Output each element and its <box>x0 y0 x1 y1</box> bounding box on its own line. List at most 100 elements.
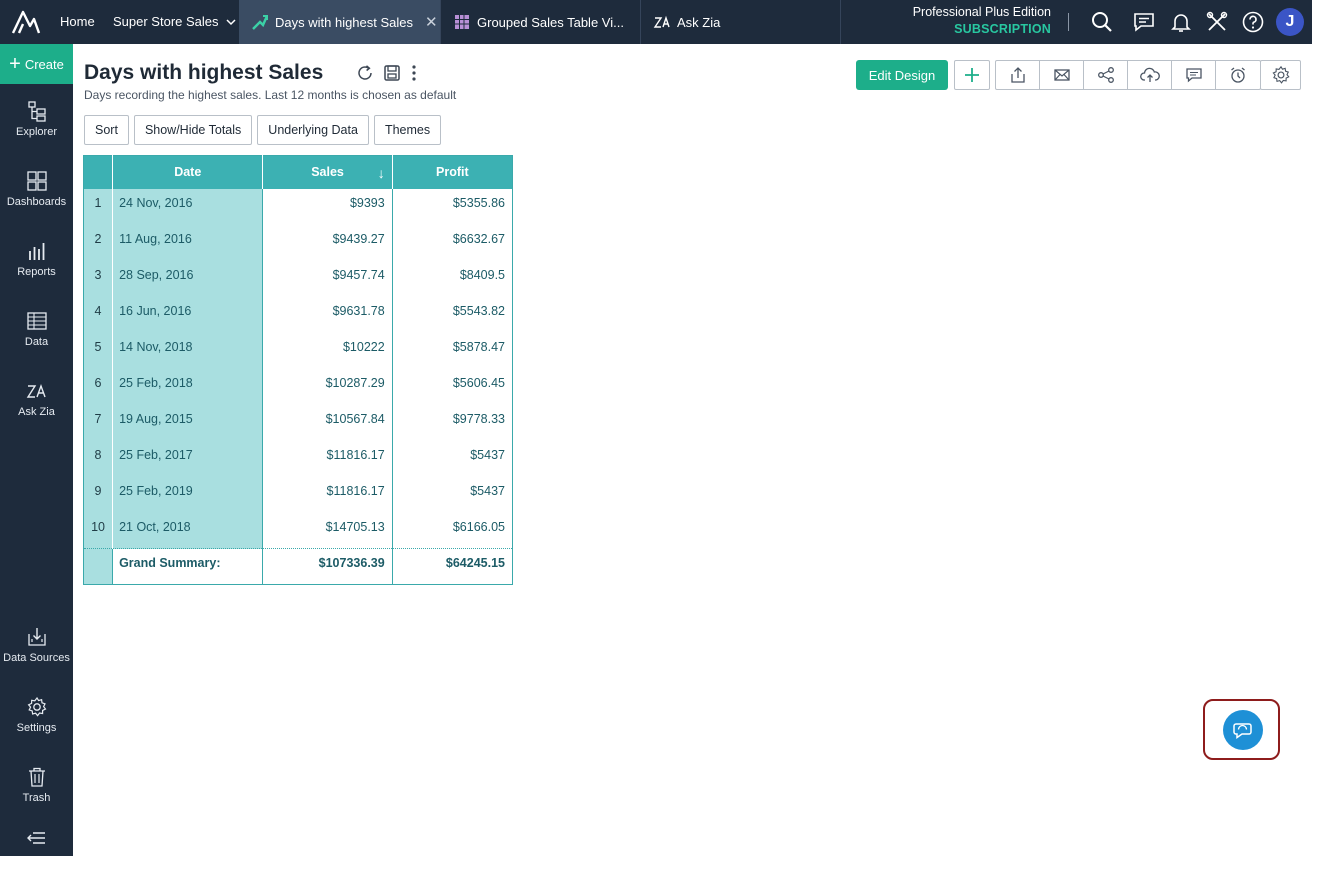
top-bar: Home Super Store Sales Days with highest… <box>0 0 1312 44</box>
publish-button[interactable] <box>1128 61 1172 89</box>
tools-icon[interactable] <box>1205 10 1229 34</box>
email-button[interactable] <box>1040 61 1084 89</box>
profit-cell[interactable]: $6632.67 <box>391 224 513 261</box>
zoho-analytics-logo-icon[interactable] <box>10 8 42 36</box>
sidebar-item-settings[interactable]: Settings <box>0 696 73 734</box>
tab-days-with-highest-sales[interactable]: Days with highest Sales ✕ <box>239 0 441 44</box>
date-cell[interactable]: 16 Jun, 2016 <box>112 296 263 333</box>
table-row[interactable]: 3 28 Sep, 2016 $9457.74 $8409.5 <box>83 260 513 297</box>
sidebar-item-trash[interactable]: Trash <box>0 766 73 804</box>
plus-icon <box>965 68 979 82</box>
sidebar-item-dashboards[interactable]: Dashboards <box>0 170 73 208</box>
data-icon <box>26 312 47 330</box>
help-icon[interactable] <box>1241 10 1265 34</box>
sales-cell[interactable]: $14705.13 <box>262 512 393 549</box>
comments-button[interactable] <box>1172 61 1216 89</box>
chat-button[interactable] <box>1223 710 1263 750</box>
profit-cell[interactable]: $5437 <box>391 476 513 513</box>
workspace-dropdown[interactable]: Super Store Sales <box>113 0 236 44</box>
profit-cell[interactable]: $9778.33 <box>391 404 513 441</box>
sales-cell[interactable]: $11816.17 <box>262 476 393 513</box>
collapse-sidebar-icon[interactable] <box>25 830 47 846</box>
sidebar-item-label: Trash <box>22 792 51 804</box>
sales-cell[interactable]: $9393 <box>262 188 393 225</box>
table-row[interactable]: 1 24 Nov, 2016 $9393 $5355.86 <box>83 188 513 225</box>
table-row[interactable]: 5 14 Nov, 2018 $10222 $5878.47 <box>83 332 513 369</box>
table-row[interactable]: 6 25 Feb, 2018 $10287.29 $5606.45 <box>83 368 513 405</box>
date-cell[interactable]: 28 Sep, 2016 <box>112 260 263 297</box>
comments-icon[interactable] <box>1132 10 1156 34</box>
report-toolbar: Sort Show/Hide Totals Underlying Data Th… <box>84 115 442 145</box>
create-button[interactable]: + Create <box>0 44 73 84</box>
date-cell[interactable]: 11 Aug, 2016 <box>112 224 263 261</box>
zia-icon <box>26 383 46 398</box>
themes-button[interactable]: Themes <box>373 115 442 145</box>
profit-cell[interactable]: $5437 <box>391 440 513 477</box>
show-hide-totals-button[interactable]: Show/Hide Totals <box>133 115 253 145</box>
tab-grouped-sales-table[interactable]: Grouped Sales Table Vi... <box>441 0 641 44</box>
edition-info: Professional Plus Edition SUBSCRIPTION <box>913 5 1051 36</box>
date-cell[interactable]: 25 Feb, 2017 <box>112 440 263 477</box>
date-cell[interactable]: 14 Nov, 2018 <box>112 332 263 369</box>
sort-descending-icon[interactable]: ↓ <box>378 165 385 181</box>
date-cell[interactable]: 25 Feb, 2018 <box>112 368 263 405</box>
date-cell[interactable]: 25 Feb, 2019 <box>112 476 263 513</box>
sidebar-item-label: Data Sources <box>3 652 70 664</box>
sidebar: + Create Explorer Dashboards Reports Dat… <box>0 44 73 856</box>
bell-icon[interactable] <box>1169 10 1193 34</box>
profit-cell[interactable]: $5355.86 <box>391 188 513 225</box>
sort-button[interactable]: Sort <box>84 115 129 145</box>
share-icon <box>1097 67 1114 83</box>
search-icon[interactable] <box>1090 10 1114 34</box>
save-icon[interactable] <box>383 64 401 82</box>
profit-cell[interactable]: $8409.5 <box>391 260 513 297</box>
edit-design-button[interactable]: Edit Design <box>856 60 948 90</box>
add-button[interactable] <box>954 60 990 90</box>
date-cell[interactable]: 19 Aug, 2015 <box>112 404 263 441</box>
sales-cell[interactable]: $9457.74 <box>262 260 393 297</box>
underlying-data-button[interactable]: Underlying Data <box>257 115 369 145</box>
report-settings-button[interactable] <box>1260 60 1301 90</box>
profit-cell[interactable]: $6166.05 <box>391 512 513 549</box>
export-button[interactable] <box>996 61 1040 89</box>
avatar[interactable]: J <box>1276 8 1304 36</box>
close-icon[interactable]: ✕ <box>425 13 438 31</box>
refresh-icon[interactable] <box>356 64 374 82</box>
column-header-sales[interactable]: Sales ↓ <box>262 155 393 189</box>
profit-cell[interactable]: $5606.45 <box>391 368 513 405</box>
date-cell[interactable]: 21 Oct, 2018 <box>112 512 263 549</box>
sidebar-item-explorer[interactable]: Explorer <box>0 100 73 138</box>
profit-cell[interactable]: $5543.82 <box>391 296 513 333</box>
sales-cell[interactable]: $10287.29 <box>262 368 393 405</box>
sales-cell[interactable]: $10567.84 <box>262 404 393 441</box>
subscription-link[interactable]: SUBSCRIPTION <box>913 22 1051 36</box>
profit-cell[interactable]: $5878.47 <box>391 332 513 369</box>
sidebar-item-reports[interactable]: Reports <box>0 240 73 278</box>
row-index: 5 <box>83 332 113 369</box>
table-row[interactable]: 4 16 Jun, 2016 $9631.78 $5543.82 <box>83 296 513 333</box>
table-row[interactable]: 2 11 Aug, 2016 $9439.27 $6632.67 <box>83 224 513 261</box>
sidebar-item-data[interactable]: Data <box>0 310 73 348</box>
table-view-icon <box>455 15 469 29</box>
home-link[interactable]: Home <box>60 0 95 44</box>
gear-icon <box>1271 65 1290 84</box>
report-description: Days recording the highest sales. Last 1… <box>84 88 457 102</box>
column-header-profit[interactable]: Profit <box>391 155 513 189</box>
table-row[interactable]: 8 25 Feb, 2017 $11816.17 $5437 <box>83 440 513 477</box>
sales-cell[interactable]: $10222 <box>262 332 393 369</box>
sales-cell[interactable]: $11816.17 <box>262 440 393 477</box>
table-row[interactable]: 9 25 Feb, 2019 $11816.17 $5437 <box>83 476 513 513</box>
sales-cell[interactable]: $9631.78 <box>262 296 393 333</box>
table-row[interactable]: 7 19 Aug, 2015 $10567.84 $9778.33 <box>83 404 513 441</box>
table-row[interactable]: 10 21 Oct, 2018 $14705.13 $6166.05 <box>83 512 513 549</box>
column-header-date[interactable]: Date <box>112 155 263 189</box>
date-cell[interactable]: 24 Nov, 2016 <box>112 188 263 225</box>
schedule-button[interactable] <box>1216 61 1260 89</box>
sidebar-item-ask-zia[interactable]: Ask Zia <box>0 380 73 418</box>
more-options-icon[interactable] <box>410 64 418 82</box>
sales-cell[interactable]: $9439.27 <box>262 224 393 261</box>
share-button[interactable] <box>1084 61 1128 89</box>
create-label: Create <box>24 56 64 72</box>
tab-ask-zia[interactable]: Ask Zia <box>641 0 841 44</box>
sidebar-item-data-sources[interactable]: Data Sources <box>0 626 73 664</box>
